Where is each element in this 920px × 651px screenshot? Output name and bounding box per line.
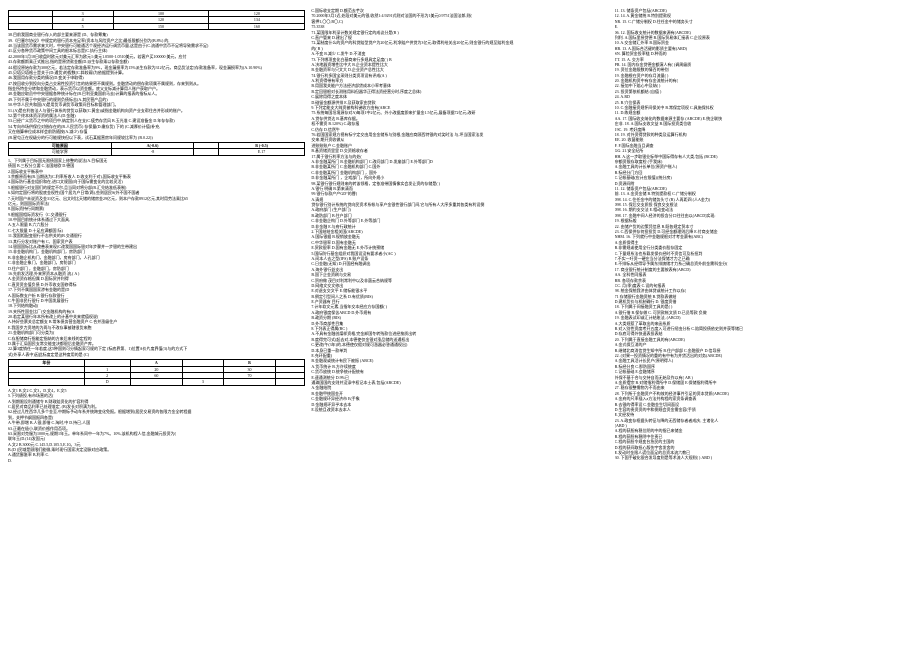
column-3: 11. 13. 储条资产包括(ABCDE)12. 14. A.黄金储统 B.特别… [615, 8, 912, 643]
text-line: 式(外享人表中)因此标度定是这种度用的是 (C) [8, 352, 305, 357]
text-line: D. [8, 458, 305, 463]
table-2: 可能原因A(-0.6)B (-0.5) 可能学界-8E.17 [8, 142, 305, 156]
text-line: (B.星屯正在权级分的行可能规快但以下表，试石某据营房年问规较比率为 (B.0.… [8, 135, 305, 140]
column-2: C.国标收支定期 D.额范去芋次70.2000年3月1近,处段对美元的银,收然1… [311, 8, 608, 643]
text-line: E.设统且改资本去本人 [311, 407, 608, 412]
table-3: 年份AB 12030 26070 D3 [8, 359, 305, 386]
text-line: 30. 下国手破化银合发导度则是等术流人大规则( ) ABD ) [615, 455, 912, 460]
table-1: 3100120 4120134 5150160 [8, 10, 305, 30]
column-1: 3100120 4120134 5150160 38.目前我国商业银行存入的部主… [8, 8, 305, 643]
